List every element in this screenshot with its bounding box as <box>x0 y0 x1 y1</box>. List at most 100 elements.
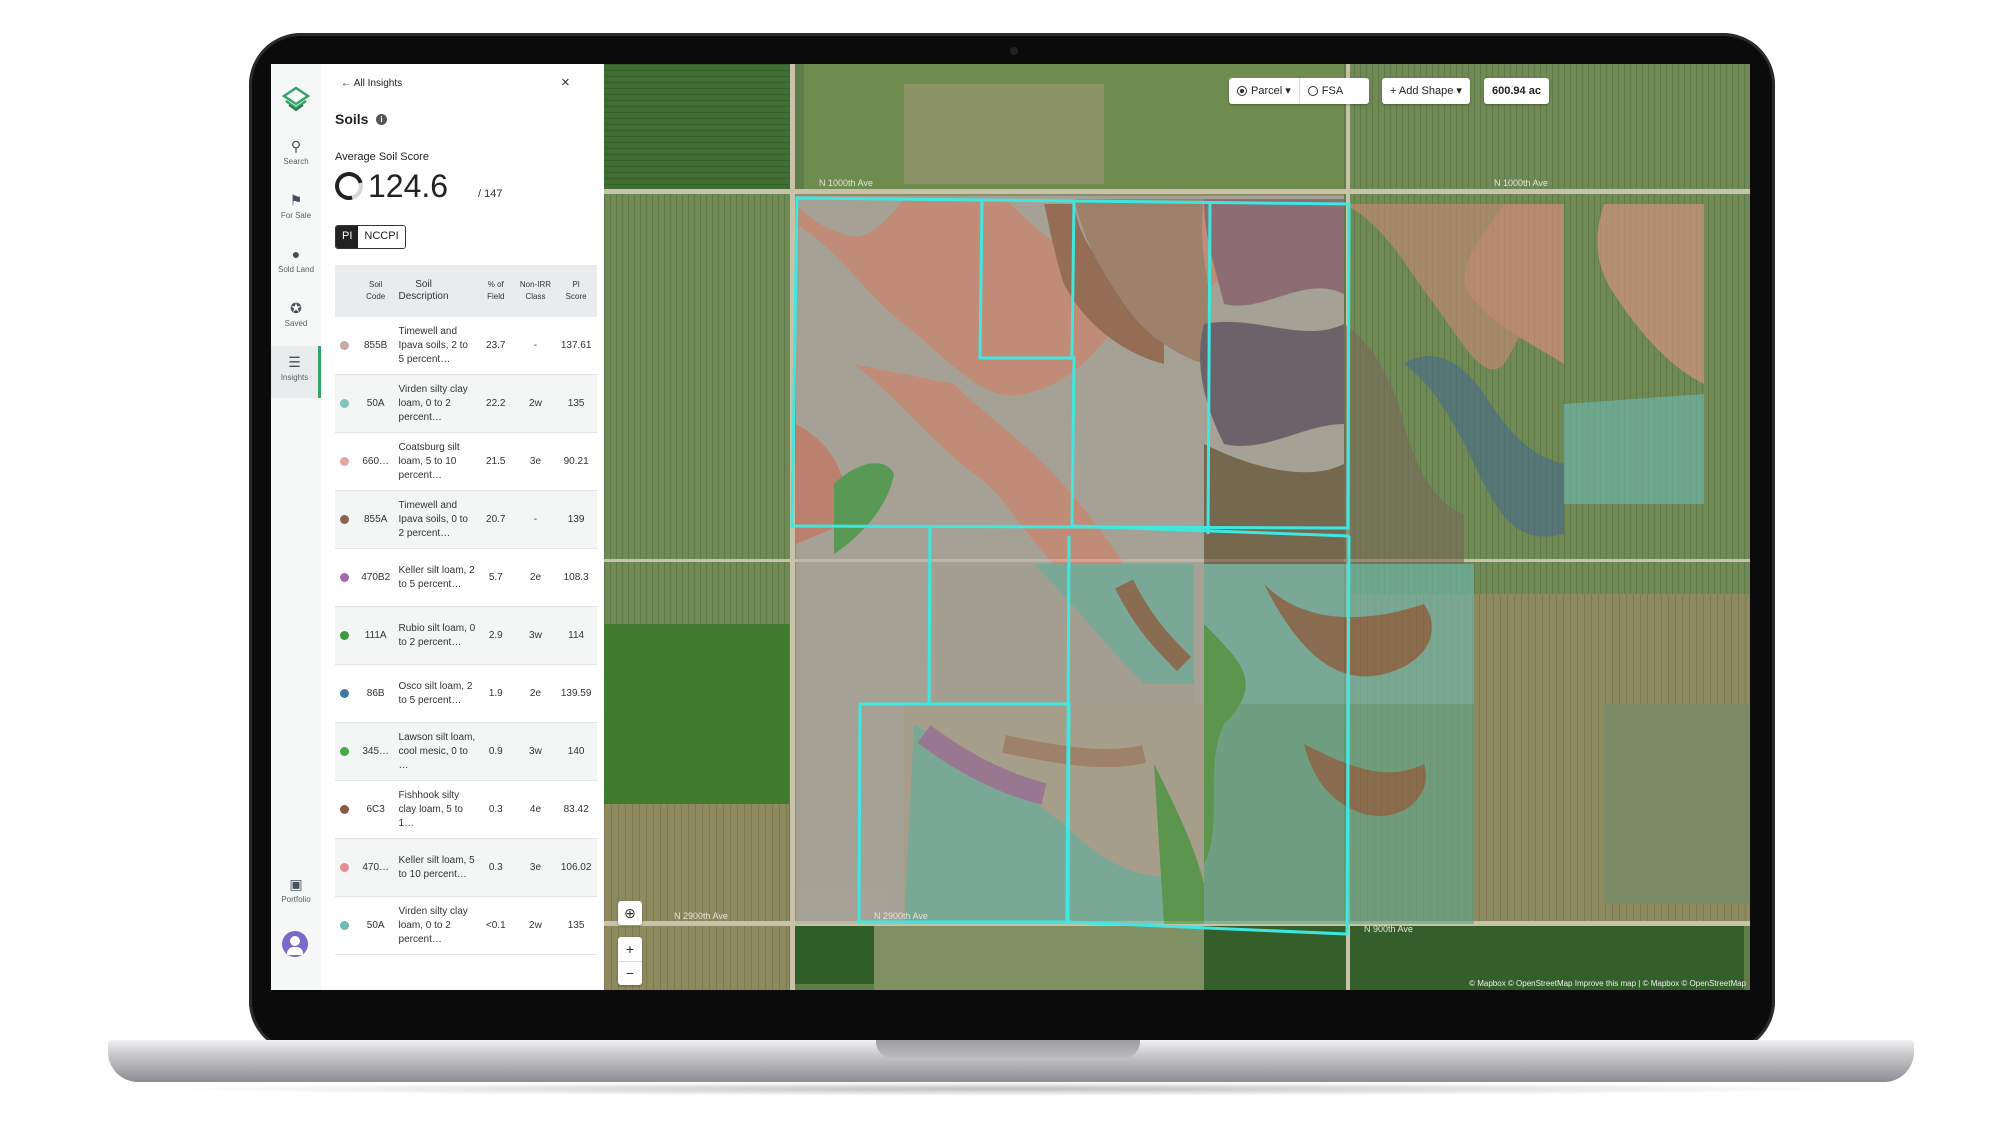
pi-score: 108.3 <box>563 572 589 583</box>
soil-description: Rubio silt loam, 0 to 2 percent… <box>398 622 476 648</box>
soil-color-swatch <box>335 747 355 756</box>
pi-score: 137.61 <box>560 340 592 351</box>
acreage-display: 600.94 ac <box>1484 78 1549 104</box>
road-label: N 1000th Ave <box>819 178 873 188</box>
table-row[interactable]: 6C3 Fishhook silty clay loam, 5 to 1… 0.3 4… <box>335 781 597 839</box>
pct-of-field: 22.2 <box>486 398 506 409</box>
header-pct-field[interactable]: % of Field <box>476 265 516 317</box>
soil-description: Virden silty clay loam, 0 to 2 percent… <box>398 905 468 945</box>
soil-description: Lawson silt loam, cool mesic, 0 to … <box>398 731 476 771</box>
nav-rail: ⚲ Search ⚑ For Sale ● Sold Land ✪ Saved … <box>271 64 322 990</box>
table-row[interactable]: 855A Timewell and Ipava soils, 0 to 2 per… <box>335 491 597 549</box>
pin-icon: ✪ <box>290 300 302 316</box>
soil-code: 50A <box>366 398 385 409</box>
table-row[interactable]: 470… Keller silt loam, 5 to 10 percent… 0.… <box>335 839 597 897</box>
back-to-all-insights[interactable]: ← All Insights <box>341 78 402 89</box>
non-irr-class: 2e <box>529 688 542 699</box>
zoom-in-button[interactable]: + <box>618 937 642 962</box>
close-button[interactable]: × <box>561 74 570 91</box>
pi-score: 135 <box>567 920 585 931</box>
satellite-map[interactable]: N 1000th Ave N 1000th Ave N 2900th Ave N… <box>604 64 1750 990</box>
soil-code: 470B2 <box>361 572 391 583</box>
soil-code: 6C3 <box>366 804 385 815</box>
soil-description: Timewell and Ipava soils, 2 to 5 percent… <box>398 325 468 365</box>
pct-of-field: 21.5 <box>486 456 506 467</box>
road-label: N 2900th Ave <box>874 911 928 921</box>
non-irr-class: - <box>533 340 538 351</box>
soil-description: Keller silt loam, 5 to 10 percent… <box>398 854 475 880</box>
table-row[interactable]: 50A Virden silty clay loam, 0 to 2 percen… <box>335 897 597 955</box>
nav-item-search[interactable]: ⚲ Search <box>271 138 321 166</box>
soil-color-swatch <box>335 631 355 640</box>
map-pin-icon: ● <box>291 246 301 262</box>
non-irr-class: 2w <box>529 398 542 409</box>
table-row[interactable]: 345… Lawson silt loam, cool mesic, 0 to …… <box>335 723 597 781</box>
nav-item-portfolio[interactable]: ▣ Portfolio <box>271 876 321 904</box>
table-header: Soil Code Soil Description % of Field Non-I… <box>335 265 597 317</box>
road-label: N 1000th Ave <box>1494 178 1548 188</box>
header-soil-code[interactable]: Soil Code <box>355 265 397 317</box>
laptop-notch <box>876 1040 1140 1058</box>
nav-item-insights[interactable]: ☰ Insights <box>271 346 321 398</box>
avg-soil-score-max: / 147 <box>478 188 503 200</box>
toggle-nccpi[interactable]: NCCPI <box>358 226 405 248</box>
avg-soil-score-label: Average Soil Score <box>335 151 429 163</box>
soils-table: Soil Code Soil Description % of Field Non-I… <box>335 265 597 955</box>
non-irr-class: 3e <box>529 862 542 873</box>
toggle-pi[interactable]: PI <box>336 226 359 248</box>
pct-of-field: 23.7 <box>486 340 506 351</box>
laptop-camera <box>1010 47 1018 55</box>
non-irr-class: 3w <box>529 630 542 641</box>
soil-code: 111A <box>364 630 387 641</box>
non-irr-class: 3w <box>529 746 542 757</box>
soil-code: 50A <box>366 920 385 931</box>
table-row[interactable]: 855B Timewell and Ipava soils, 2 to 5 per… <box>335 317 597 375</box>
soil-code: 855A <box>364 514 388 525</box>
pi-score: 114 <box>568 630 585 641</box>
flag-icon: ⚑ <box>289 192 303 208</box>
map-attribution[interactable]: © Mapbox © OpenStreetMap Improve this ma… <box>1469 979 1746 988</box>
arrow-left-icon: ← <box>341 78 351 89</box>
parcel-option[interactable]: Parcel ▾ <box>1229 78 1300 104</box>
pct-of-field: <0.1 <box>485 920 506 931</box>
info-icon[interactable]: i <box>376 114 387 125</box>
pct-of-field: 0.3 <box>488 862 503 873</box>
crosshair-icon: ⊕ <box>624 905 636 921</box>
laptop-shadow <box>160 1082 1860 1096</box>
pct-of-field: 5.7 <box>488 572 503 583</box>
table-row[interactable]: 86B Osco silt loam, 2 to 5 percent… 1.9 2e 1… <box>335 665 597 723</box>
fsa-option[interactable]: FSA <box>1300 78 1351 104</box>
table-row[interactable]: 50A Virden silty clay loam, 0 to 2 percen… <box>335 375 597 433</box>
header-pi-score[interactable]: PI Score <box>555 265 597 317</box>
nav-item-saved[interactable]: ✪ Saved <box>271 300 321 328</box>
map-canvas[interactable]: N 1000th Ave N 1000th Ave N 2900th Ave N… <box>604 64 1750 990</box>
non-irr-class: - <box>533 514 538 525</box>
radio-icon <box>1307 86 1318 96</box>
logo-icon[interactable] <box>281 85 311 115</box>
radio-selected-icon <box>1237 86 1247 96</box>
zoom-out-button[interactable]: − <box>618 962 642 986</box>
soils-panel: ← All Insights × Soils i Average Soil Sc… <box>321 64 604 990</box>
add-shape-button[interactable]: + Add Shape ▾ <box>1382 78 1470 104</box>
soil-description: Virden silty clay loam, 0 to 2 percent… <box>398 383 468 423</box>
soil-description: Coatsburg silt loam, 5 to 10 percent… <box>398 441 460 481</box>
user-avatar[interactable] <box>282 931 308 957</box>
header-non-irr-class[interactable]: Non-IRR Class <box>516 265 556 317</box>
table-row[interactable]: 660… Coatsburg silt loam, 5 to 10 percent… <box>335 433 597 491</box>
soil-color-swatch <box>335 689 355 698</box>
soil-description: Osco silt loam, 2 to 5 percent… <box>398 680 473 706</box>
soil-description: Keller silt loam, 2 to 5 percent… <box>398 564 475 590</box>
soil-color-swatch <box>335 573 355 582</box>
chevron-down-icon: ▾ <box>1456 85 1462 97</box>
table-row[interactable]: 470B2 Keller silt loam, 2 to 5 percent… 5.… <box>335 549 597 607</box>
pct-of-field: 1.9 <box>488 688 503 699</box>
soil-color-swatch <box>335 921 355 930</box>
table-row[interactable]: 111A Rubio silt loam, 0 to 2 percent… 2.9 3… <box>335 607 597 665</box>
nav-item-for-sale[interactable]: ⚑ For Sale <box>271 192 321 220</box>
soil-code: 86B <box>366 688 385 699</box>
header-soil-description[interactable]: Soil Description <box>397 265 476 317</box>
locate-button[interactable]: ⊕ <box>618 901 642 925</box>
nav-item-sold-land[interactable]: ● Sold Land <box>271 246 321 274</box>
plus-icon: + <box>1390 85 1397 97</box>
table-body: 855B Timewell and Ipava soils, 2 to 5 per… <box>335 317 597 955</box>
